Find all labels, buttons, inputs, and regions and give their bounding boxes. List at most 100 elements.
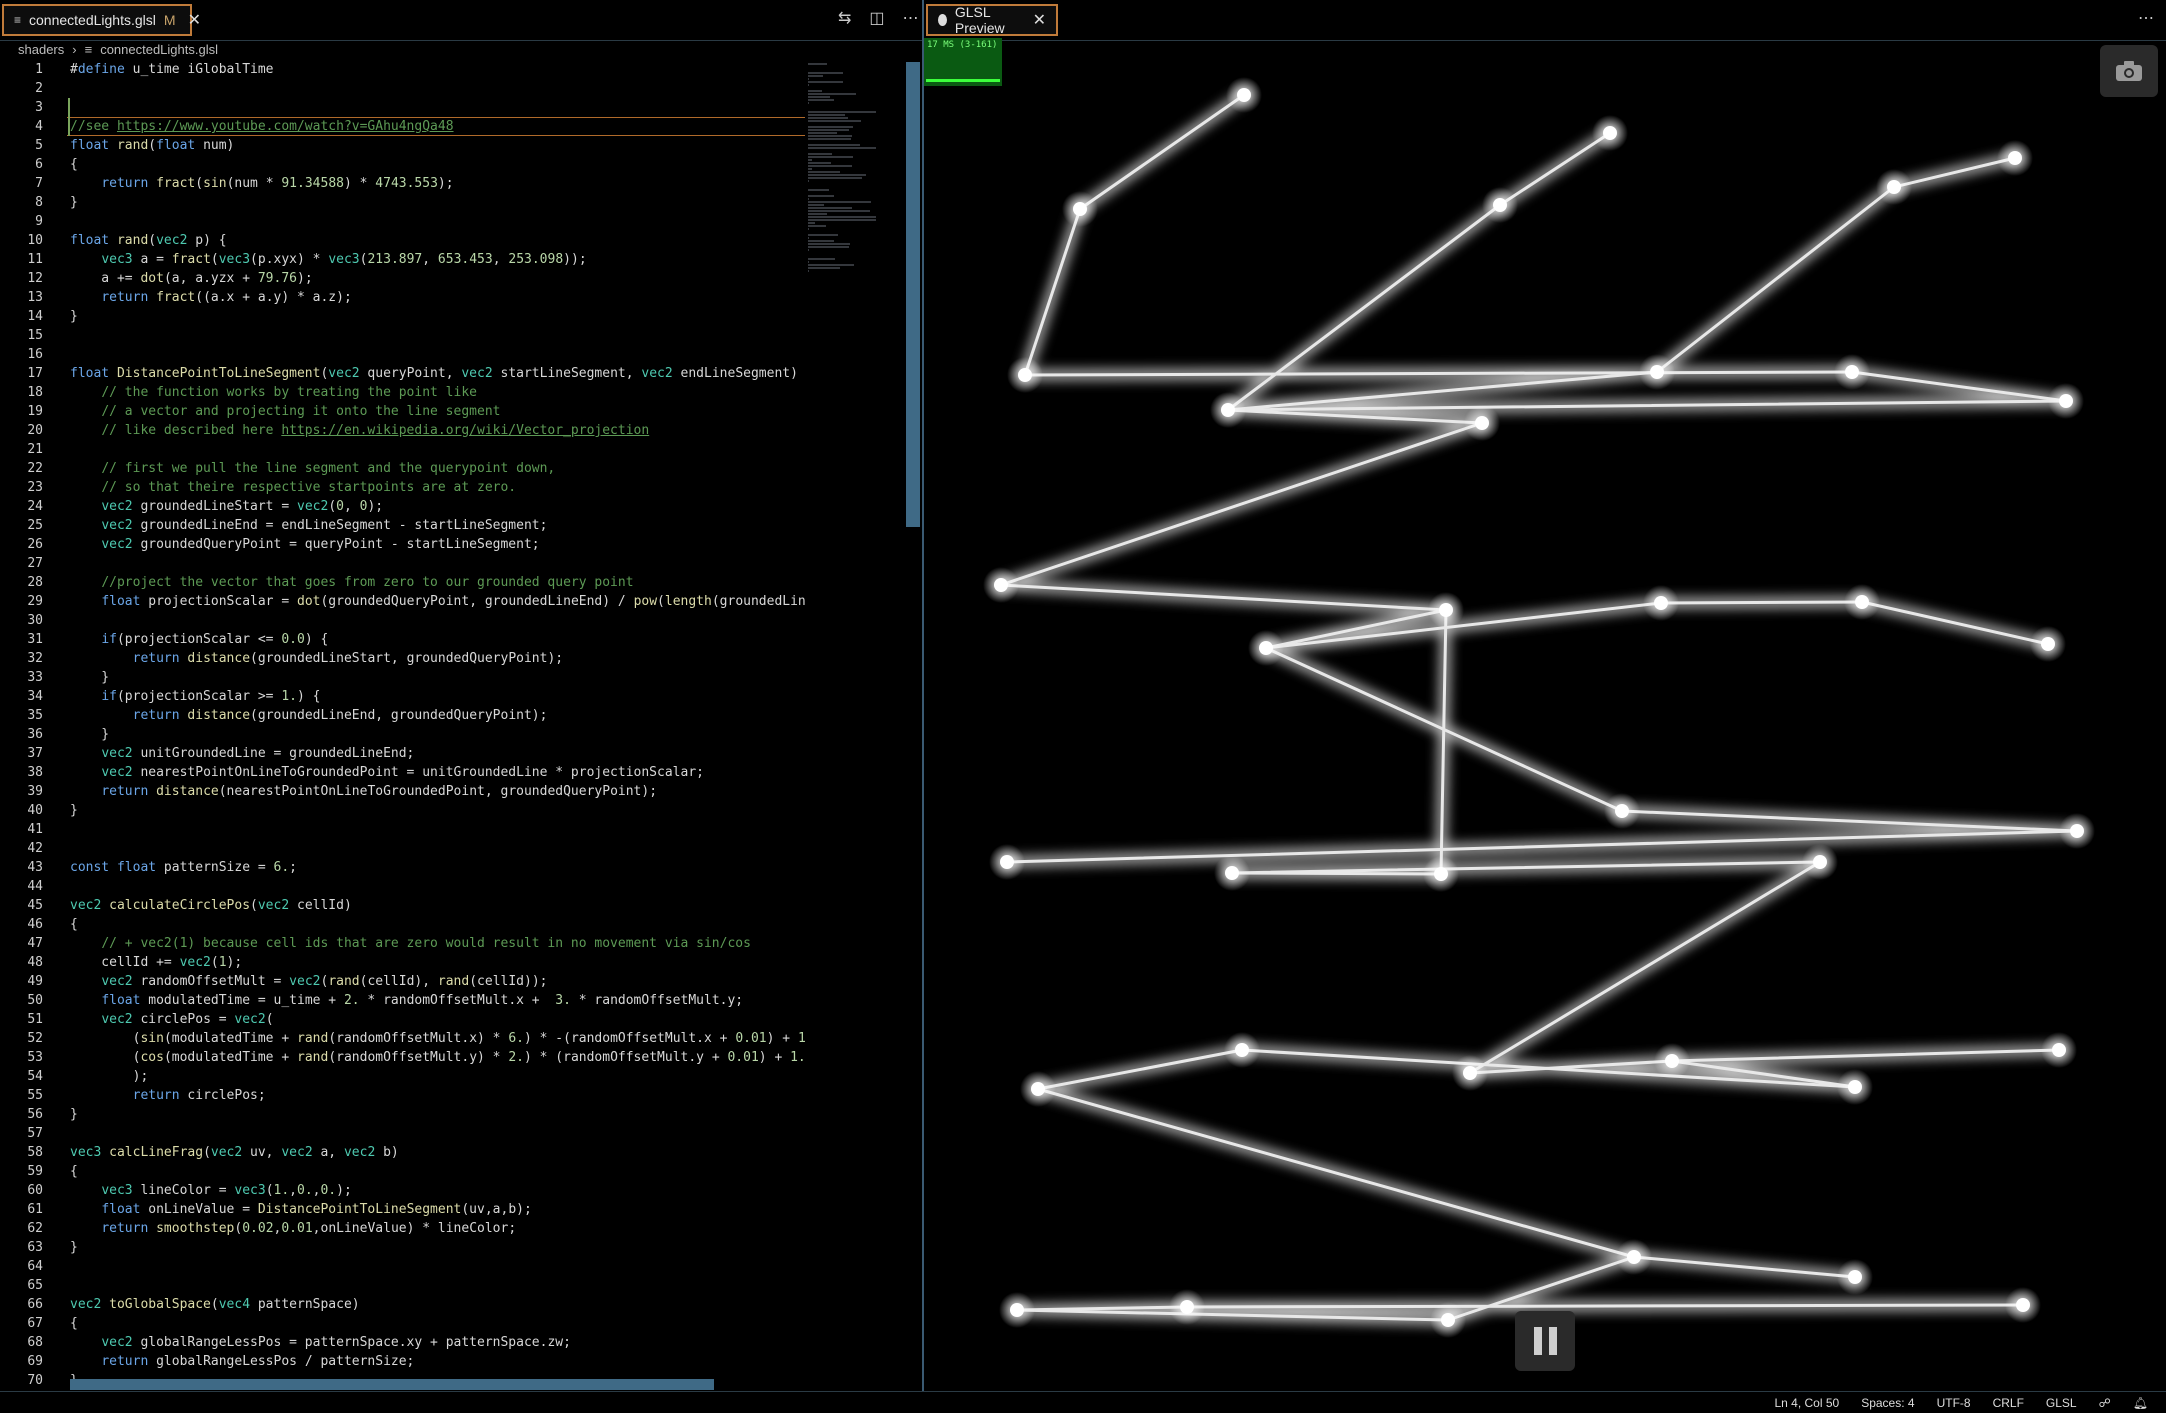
- code-text[interactable]: // the function works by treating the po…: [70, 383, 477, 402]
- code-text[interactable]: }: [70, 1105, 78, 1124]
- code-text[interactable]: {: [70, 915, 78, 934]
- code-line[interactable]: 18 // the function works by treating the…: [0, 383, 805, 402]
- code-line[interactable]: 47 // + vec2(1) because cell ids that ar…: [0, 934, 805, 953]
- code-line[interactable]: 4 //see https://www.youtube.com/watch?v=G…: [0, 117, 805, 136]
- code-text[interactable]: // so that theire respective startpoints…: [70, 478, 516, 497]
- code-text[interactable]: //project the vector that goes from zero…: [70, 573, 633, 592]
- tab-glsl-preview[interactable]: GLSL Preview ✕: [926, 4, 1058, 36]
- code-text[interactable]: return circlePos;: [70, 1086, 266, 1105]
- code-line[interactable]: 61 float onLineValue = DistancePointToLi…: [0, 1200, 805, 1219]
- code-text[interactable]: }: [70, 725, 109, 744]
- code-line[interactable]: 56}: [0, 1105, 805, 1124]
- breadcrumb-file[interactable]: connectedLights.glsl: [100, 42, 218, 57]
- feedback-icon[interactable]: ☍: [2099, 1396, 2111, 1410]
- code-text[interactable]: }: [70, 668, 109, 687]
- code-line[interactable]: 13 return fract((a.x + a.y) * a.z);: [0, 288, 805, 307]
- code-text[interactable]: vec2 groundedLineStart = vec2(0, 0);: [70, 497, 383, 516]
- split-editor-icon[interactable]: ◫: [869, 8, 884, 28]
- code-text[interactable]: // first we pull the line segment and th…: [70, 459, 555, 478]
- code-line[interactable]: 59 {: [0, 1162, 805, 1181]
- code-text[interactable]: return fract((a.x + a.y) * a.z);: [70, 288, 351, 307]
- code-text[interactable]: vec2 globalRangeLessPos = patternSpace.x…: [70, 1333, 571, 1352]
- code-line[interactable]: 10 float rand(vec2 p) {: [0, 231, 805, 250]
- code-text[interactable]: return globalRangeLessPos / patternSize;: [70, 1352, 414, 1371]
- code-line[interactable]: 21: [0, 440, 805, 459]
- code-line[interactable]: 3: [0, 98, 805, 117]
- code-line[interactable]: 58 vec3 calcLineFrag(vec2 uv, vec2 a, vec…: [0, 1143, 805, 1162]
- notifications-icon[interactable]: 🔔︎: [2133, 1396, 2148, 1410]
- code-text[interactable]: vec2 circlePos = vec2(: [70, 1010, 273, 1029]
- cursor-position[interactable]: Ln 4, Col 50: [1774, 1396, 1839, 1410]
- open-changes-icon[interactable]: ⇆: [838, 8, 851, 28]
- code-area[interactable]: 1 #define u_time iGlobalTime 2 3 4//see http…: [0, 60, 805, 1392]
- code-text[interactable]: vec2 unitGroundedLine = groundedLineEnd;: [70, 744, 414, 763]
- code-text[interactable]: #define u_time iGlobalTime: [70, 60, 274, 79]
- screenshot-button[interactable]: [2100, 45, 2158, 97]
- code-line[interactable]: 17 float DistancePointToLineSegment(vec2 …: [0, 364, 805, 383]
- code-line[interactable]: 64: [0, 1257, 805, 1276]
- code-text[interactable]: float rand(float num): [70, 136, 234, 155]
- code-text[interactable]: return distance(groundedLineEnd, grounde…: [70, 706, 548, 725]
- code-line[interactable]: 28 //project the vector that goes from z…: [0, 573, 805, 592]
- code-line[interactable]: 54 );: [0, 1067, 805, 1086]
- code-line[interactable]: 2: [0, 79, 805, 98]
- code-text[interactable]: // a vector and projecting it onto the l…: [70, 402, 500, 421]
- code-text[interactable]: float modulatedTime = u_time + 2. * rand…: [70, 991, 743, 1010]
- code-line[interactable]: 53 (cos(modulatedTime + rand(randomOffse…: [0, 1048, 805, 1067]
- code-line[interactable]: 1 #define u_time iGlobalTime: [0, 60, 805, 79]
- code-line[interactable]: 62 return smoothstep(0.02,0.01,onLineVal…: [0, 1219, 805, 1238]
- code-line[interactable]: 15: [0, 326, 805, 345]
- code-text[interactable]: if(projectionScalar <= 0.0) {: [70, 630, 328, 649]
- shader-canvas[interactable]: [924, 38, 2166, 1391]
- code-line[interactable]: 14}: [0, 307, 805, 326]
- code-line[interactable]: 55 return circlePos;: [0, 1086, 805, 1105]
- minimap[interactable]: [808, 62, 908, 322]
- code-line[interactable]: 45 vec2 calculateCirclePos(vec2 cellId): [0, 896, 805, 915]
- code-text[interactable]: // like described here https://en.wikipe…: [70, 421, 649, 440]
- code-text[interactable]: }: [70, 307, 78, 326]
- code-line[interactable]: 24 vec2 groundedLineStart = vec2(0, 0);: [0, 497, 805, 516]
- code-line[interactable]: 37 vec2 unitGroundedLine = groundedLineE…: [0, 744, 805, 763]
- breadcrumb-folder[interactable]: shaders: [18, 42, 64, 57]
- close-icon[interactable]: ✕: [1033, 10, 1046, 30]
- code-text[interactable]: float DistancePointToLineSegment(vec2 qu…: [70, 364, 805, 383]
- code-line[interactable]: 25 vec2 groundedLineEnd = endLineSegment…: [0, 516, 805, 535]
- code-line[interactable]: 38 vec2 nearestPointOnLineToGroundedPoin…: [0, 763, 805, 782]
- code-text[interactable]: float rand(vec2 p) {: [70, 231, 227, 250]
- more-actions-icon[interactable]: ⋯: [2138, 8, 2154, 28]
- tab-connected-lights[interactable]: ≡ connectedLights.glsl M ✕: [2, 4, 201, 36]
- code-text[interactable]: return fract(sin(num * 91.34588) * 4743.…: [70, 174, 453, 193]
- code-text[interactable]: }: [70, 1238, 78, 1257]
- code-line[interactable]: 66 vec2 toGlobalSpace(vec4 patternSpace): [0, 1295, 805, 1314]
- code-line[interactable]: 67 {: [0, 1314, 805, 1333]
- code-line[interactable]: 22 // first we pull the line segment and…: [0, 459, 805, 478]
- code-text[interactable]: (sin(modulatedTime + rand(randomOffsetMu…: [70, 1029, 805, 1048]
- code-line[interactable]: 30: [0, 611, 805, 630]
- close-icon[interactable]: ✕: [188, 10, 201, 30]
- code-text[interactable]: vec3 a = fract(vec3(p.xyx) * vec3(213.89…: [70, 250, 586, 269]
- indentation[interactable]: Spaces: 4: [1861, 1396, 1914, 1410]
- code-line[interactable]: 6{: [0, 155, 805, 174]
- code-line[interactable]: 29 float projectionScalar = dot(grounded…: [0, 592, 805, 611]
- code-text[interactable]: return distance(nearestPointOnLineToGrou…: [70, 782, 657, 801]
- pause-button[interactable]: [1515, 1311, 1575, 1371]
- code-line[interactable]: 32 return distance(groundedLineStart, gr…: [0, 649, 805, 668]
- code-line[interactable]: 16: [0, 345, 805, 364]
- code-text[interactable]: float projectionScalar = dot(groundedQue…: [70, 592, 805, 611]
- code-line[interactable]: 46 {: [0, 915, 805, 934]
- code-text[interactable]: cellId += vec2(1);: [70, 953, 242, 972]
- code-line[interactable]: 27: [0, 554, 805, 573]
- code-line[interactable]: 39 return distance(nearestPointOnLineToG…: [0, 782, 805, 801]
- code-line[interactable]: 49 vec2 randomOffsetMult = vec2(rand(cel…: [0, 972, 805, 991]
- more-actions-icon[interactable]: ⋯: [903, 8, 919, 28]
- code-text[interactable]: vec2 toGlobalSpace(vec4 patternSpace): [70, 1295, 360, 1314]
- code-line[interactable]: 33 }: [0, 668, 805, 687]
- code-line[interactable]: 42: [0, 839, 805, 858]
- code-line[interactable]: 20 // like described here https://en.wik…: [0, 421, 805, 440]
- code-text[interactable]: if(projectionScalar >= 1.) {: [70, 687, 320, 706]
- code-line[interactable]: 31 if(projectionScalar <= 0.0) {: [0, 630, 805, 649]
- code-line[interactable]: 57: [0, 1124, 805, 1143]
- code-line[interactable]: 35 return distance(groundedLineEnd, grou…: [0, 706, 805, 725]
- language-mode[interactable]: GLSL: [2046, 1396, 2077, 1410]
- vertical-scrollbar[interactable]: [906, 62, 920, 527]
